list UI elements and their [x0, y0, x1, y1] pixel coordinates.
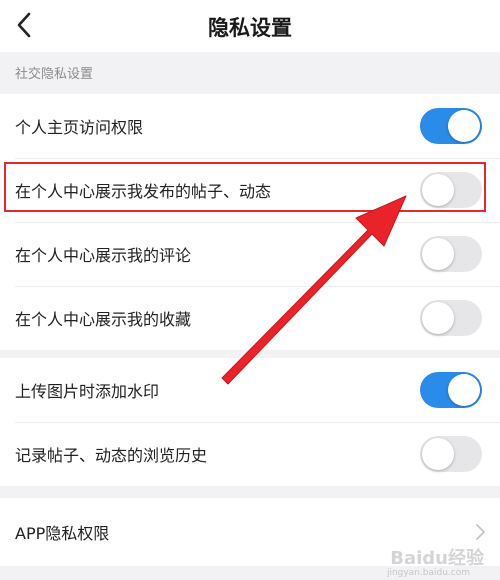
setting-row-watermark[interactable]: 上传图片时添加水印: [0, 358, 500, 422]
setting-row-homepage-access[interactable]: 个人主页访问权限: [0, 94, 500, 158]
setting-label: 个人主页访问权限: [15, 118, 144, 137]
setting-row-browse-history[interactable]: 记录帖子、动态的浏览历史: [0, 422, 500, 486]
toggle-knob: [422, 238, 454, 270]
setting-label: APP隐私权限: [15, 524, 110, 543]
page-title: 隐私设置: [208, 16, 292, 40]
toggle-knob: [448, 110, 480, 142]
homepage-access-toggle[interactable]: [420, 108, 482, 144]
toggle-knob: [448, 374, 480, 406]
watermark-url: jingyan.baidu.com: [386, 568, 470, 578]
setting-label: 在个人中心展示我的收藏: [15, 310, 192, 329]
section-label: 社交隐私设置: [15, 67, 94, 82]
toggle-knob: [422, 302, 454, 334]
setting-row-show-favorites[interactable]: 在个人中心展示我的收藏: [0, 286, 500, 350]
settings-group-social: 个人主页访问权限 在个人中心展示我发布的帖子、动态 在个人中心展示我的评论 在个…: [0, 94, 500, 350]
setting-label: 记录帖子、动态的浏览历史: [15, 446, 208, 465]
highlight-box: [4, 162, 486, 212]
chevron-right-icon: [476, 524, 485, 540]
setting-label: 上传图片时添加水印: [15, 382, 160, 401]
toggle-knob: [422, 438, 454, 470]
watermark-toggle[interactable]: [420, 372, 482, 408]
setting-row-show-comments[interactable]: 在个人中心展示我的评论: [0, 222, 500, 286]
setting-label: 在个人中心展示我的评论: [15, 246, 192, 265]
watermark-logo: Baidu经验: [390, 548, 484, 569]
show-comments-toggle[interactable]: [420, 236, 482, 272]
browse-history-toggle[interactable]: [420, 436, 482, 472]
show-favorites-toggle[interactable]: [420, 300, 482, 336]
top-bar: 隐私设置: [0, 0, 500, 52]
settings-group-content: 上传图片时添加水印 记录帖子、动态的浏览历史: [0, 358, 500, 486]
